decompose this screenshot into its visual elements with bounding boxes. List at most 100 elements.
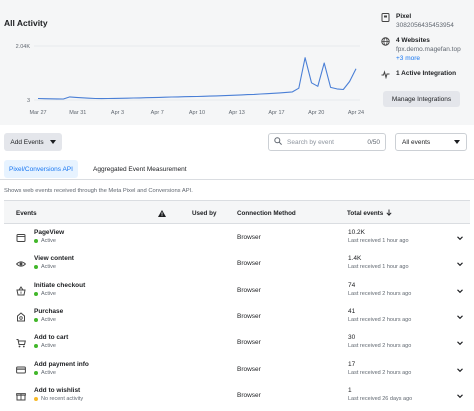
websites-more-link[interactable]: +3 more: [396, 54, 461, 63]
activity-title: All Activity: [4, 18, 48, 28]
event-status-label: Active: [41, 343, 56, 350]
total-events: 10.2K: [348, 229, 365, 236]
x-tick-label: Apr 17: [268, 110, 284, 116]
chevron-down-icon[interactable]: [456, 313, 464, 321]
col-events[interactable]: Events: [16, 201, 37, 225]
tab-bar: Pixel/Conversions API Aggregated Event M…: [0, 158, 474, 180]
integration-label: 1 Active Integration: [396, 70, 457, 77]
chevron-down-icon[interactable]: [456, 287, 464, 295]
table-row[interactable]: View content Active Browser 1.4K Last receiv…: [4, 252, 470, 278]
manage-integrations-button[interactable]: Manage Integrations: [383, 91, 460, 107]
x-tick-label: Apr 3: [111, 110, 124, 116]
event-status-label: Active: [41, 290, 56, 297]
total-events: 30: [348, 334, 356, 342]
events-filter-select[interactable]: All events: [395, 133, 467, 151]
connection-method: Browser: [237, 365, 261, 373]
pixel-info: Pixel 3082056435453954 4 Websites fpx.de…: [380, 12, 470, 85]
shopping-bag-icon: [16, 312, 26, 322]
search-input[interactable]: Search by event 0/50: [268, 133, 386, 151]
event-status: No recent activity: [34, 396, 83, 402]
warning-icon: [158, 201, 166, 225]
chevron-down-icon: [454, 139, 460, 146]
chevron-down-icon[interactable]: [456, 234, 464, 242]
chevron-down-icon[interactable]: [456, 260, 464, 268]
event-status-label: Active: [41, 238, 56, 244]
table-row[interactable]: Initiate checkout Active Browser 74 Last rec…: [4, 279, 470, 305]
last-received: Last received 1 hour ago: [348, 264, 409, 271]
search-placeholder: Search by event: [287, 138, 334, 146]
event-status: Active: [34, 291, 56, 297]
status-dot: [34, 370, 38, 375]
total-events: 17: [348, 360, 356, 368]
tab-aggregated-event-measurement[interactable]: Aggregated Event Measurement: [88, 160, 192, 178]
pixel-id: 3082056435453954: [396, 22, 454, 29]
table-row[interactable]: Add payment info Active Browser 17 Last rece…: [4, 358, 470, 384]
connection-method: Browser: [237, 312, 261, 320]
x-tick-label: Apr 24: [348, 110, 364, 116]
x-tick-label: Apr 7: [151, 110, 164, 116]
table-description: Shows web events received through the Me…: [4, 188, 193, 194]
activity-series-line: [37, 57, 357, 100]
total-events: 74: [348, 281, 356, 289]
event-status: Active: [34, 343, 56, 349]
col-used-by[interactable]: Used by: [192, 201, 217, 225]
total-events: 1: [348, 386, 352, 394]
event-status-label: Active: [41, 264, 56, 271]
total-events: 1.4K: [348, 255, 362, 263]
event-status-label: Active: [41, 316, 56, 323]
event-name: Initiate checkout: [34, 281, 86, 289]
events-filter-value: All events: [402, 138, 431, 146]
event-name: Add payment info: [34, 360, 89, 368]
page-view-icon: [16, 233, 26, 243]
cart-icon: [16, 338, 26, 348]
websites-label: 4 Websites: [396, 37, 430, 44]
websites-row: 4 Websites fpx.demo.magefan.top +3 more: [380, 36, 470, 63]
gift-icon: [16, 391, 26, 401]
col-total-events[interactable]: Total events: [347, 201, 392, 225]
chevron-down-icon[interactable]: [456, 392, 464, 400]
connection-method: Browser: [237, 234, 261, 241]
last-received: Last received 2 hours ago: [348, 290, 412, 297]
event-status: Active: [34, 370, 56, 376]
event-name: View content: [34, 255, 74, 263]
chevron-down-icon[interactable]: [456, 366, 464, 374]
table-row[interactable]: Add to wishlist No recent activity Browser…: [4, 384, 470, 410]
event-name: Add to wishlist: [34, 386, 81, 394]
col-total-events-label: Total events: [347, 209, 384, 217]
caret-down-icon: [49, 139, 56, 146]
globe-icon: [380, 36, 390, 46]
add-events-button[interactable]: Add Events: [4, 133, 62, 151]
x-tick-label: Apr 10: [189, 110, 205, 116]
total-events: 41: [348, 307, 356, 315]
col-connection-method[interactable]: Connection Method: [237, 201, 296, 225]
event-status: Active: [34, 238, 56, 244]
add-events-label: Add Events: [10, 138, 44, 146]
events-toolbar: Add Events Search by event 0/50 All even…: [0, 133, 474, 153]
connection-method: Browser: [237, 339, 261, 347]
status-dot: [34, 291, 38, 296]
activity-panel: All Activity 2.04K 3 Mar 27 Mar 31 Apr 3 Apr …: [0, 0, 474, 125]
y-tick-label: 2.04K: [16, 44, 31, 50]
status-dot: [34, 396, 38, 401]
integration-icon: [380, 69, 390, 79]
chevron-down-icon[interactable]: [456, 339, 464, 347]
events-table-header: Events Used by Connection Method Total e…: [4, 200, 470, 224]
last-received: Last received 2 hours ago: [348, 316, 412, 323]
table-row[interactable]: Add to cart Active Browser 30 Last received …: [4, 331, 470, 357]
table-row[interactable]: PageView Active Browser 10.2K Last received …: [4, 226, 470, 252]
table-row[interactable]: Purchase Active Browser 41 Last received 2 h…: [4, 305, 470, 331]
basket-icon: [16, 285, 26, 296]
last-received: Last received 2 hours ago: [348, 343, 412, 350]
pixel-icon: [380, 12, 390, 22]
search-char-count: 0/50: [367, 138, 380, 146]
tab-pixel-conversions-api[interactable]: Pixel/Conversions API: [4, 160, 78, 178]
event-name: Purchase: [34, 307, 64, 315]
status-dot: [34, 239, 38, 243]
connection-method: Browser: [237, 260, 261, 268]
event-name: Add to cart: [34, 334, 69, 342]
event-status-label: Active: [41, 369, 56, 376]
event-name: PageView: [34, 229, 65, 236]
connection-method: Browser: [237, 286, 261, 294]
integration-row: 1 Active Integration: [380, 69, 470, 79]
status-dot: [34, 317, 38, 322]
